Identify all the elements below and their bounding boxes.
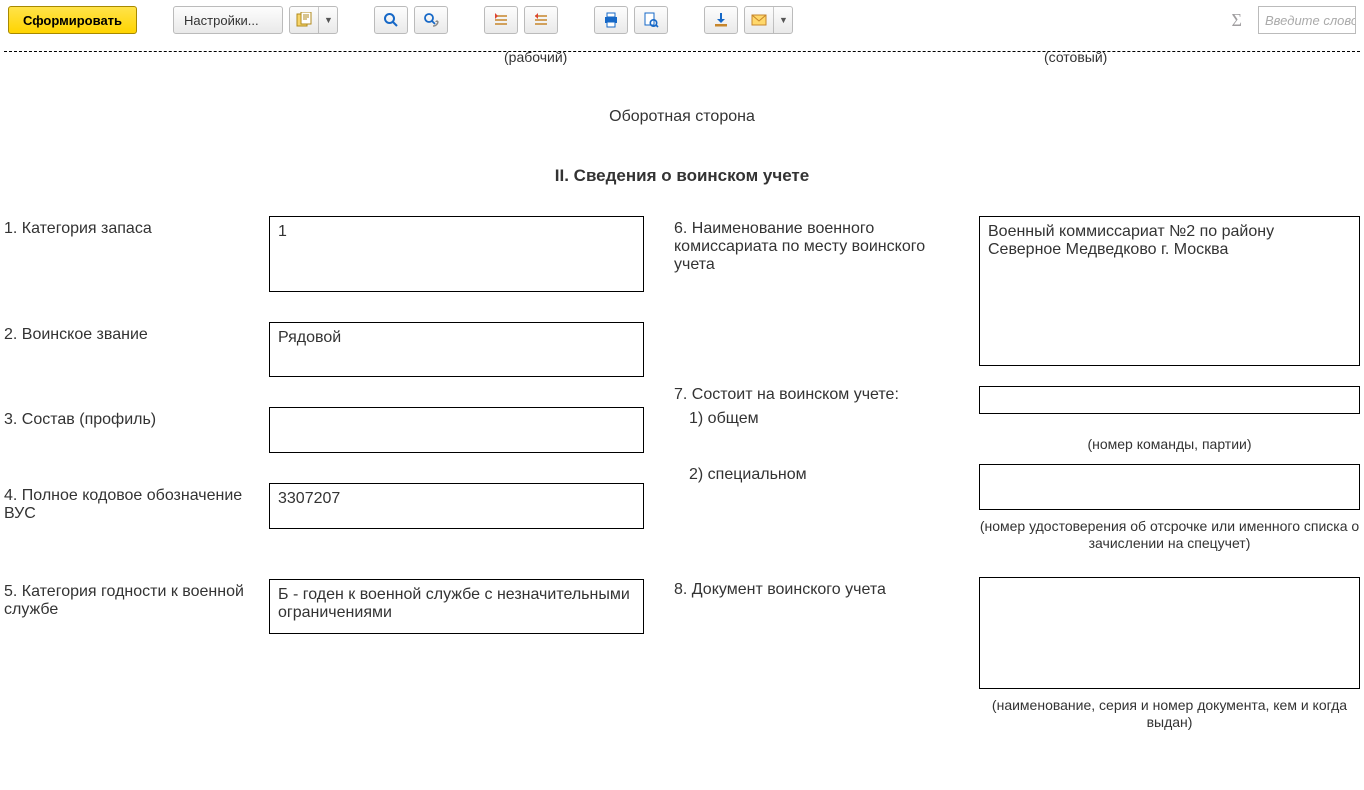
- find-button[interactable]: [374, 6, 408, 34]
- field7-caption1: (номер команды, партии): [979, 436, 1360, 454]
- save-button[interactable]: [704, 6, 738, 34]
- field2-value[interactable]: Рядовой: [269, 322, 644, 377]
- search-input[interactable]: Введите слово: [1258, 6, 1356, 34]
- search-placeholder: Введите слово: [1265, 13, 1356, 28]
- section-title: II. Сведения о воинском учете: [4, 166, 1360, 186]
- settings-button-label: Настройки...: [184, 13, 259, 28]
- generate-button-label: Сформировать: [23, 13, 122, 28]
- phone-mobile-label: (сотовый): [1044, 49, 1107, 65]
- field3-value[interactable]: [269, 407, 644, 453]
- field1-label: 1. Категория запаса: [4, 216, 259, 238]
- field8-label: 8. Документ воинского учета: [674, 577, 969, 599]
- field1-value[interactable]: 1: [269, 216, 644, 292]
- template-icon: [296, 12, 312, 28]
- field7-sub1: 1) общем: [689, 410, 759, 427]
- expand-groups-button[interactable]: [484, 6, 518, 34]
- generate-button[interactable]: Сформировать: [8, 6, 137, 34]
- field4-label: 4. Полное кодовое обозначение ВУС: [4, 483, 259, 523]
- find-cancel-button[interactable]: [414, 6, 448, 34]
- send-button[interactable]: ▼: [744, 6, 793, 34]
- phone-labels-row2: (рабочий) (сотовый): [4, 50, 1360, 70]
- page-title: Оборотная сторона: [4, 108, 1360, 126]
- expand-icon: [493, 12, 509, 28]
- preview-button[interactable]: [634, 6, 668, 34]
- field3-label: 3. Состав (профиль): [4, 407, 259, 429]
- toolbar: Сформировать Настройки... ▼: [0, 0, 1364, 45]
- field7-label: 7. Состоит на воинском учете:: [674, 386, 969, 404]
- field7-sub2: 2) специальном: [689, 466, 969, 484]
- phone-work-label: (рабочий): [504, 49, 567, 65]
- collapse-groups-button[interactable]: [524, 6, 558, 34]
- field5-label: 5. Категория годности к военной службе: [4, 579, 259, 619]
- field7-caption2: (номер удостоверения об отсрочке или име…: [979, 518, 1360, 553]
- search-cancel-icon: [423, 12, 439, 28]
- mail-icon: [751, 12, 767, 28]
- collapse-icon: [533, 12, 549, 28]
- field6-label: 6. Наименование военного комиссариата по…: [674, 216, 969, 274]
- field7-special-value[interactable]: [979, 464, 1360, 510]
- field6-value[interactable]: Военный коммиссариат №2 по району Северн…: [979, 216, 1360, 366]
- field8-value[interactable]: [979, 577, 1360, 689]
- print-icon: [603, 12, 619, 28]
- preview-icon: [643, 12, 659, 28]
- field4-value[interactable]: 3307207: [269, 483, 644, 529]
- search-icon: [383, 12, 399, 28]
- field5-value[interactable]: Б - годен к военной службе с незначитель…: [269, 579, 644, 634]
- download-icon: [713, 12, 729, 28]
- chevron-down-icon: ▼: [773, 7, 788, 33]
- field8-caption: (наименование, серия и номер документа, …: [979, 697, 1360, 732]
- document-area: (рабочий) (сотовый) Оборотная сторона II…: [0, 45, 1364, 790]
- field2-label: 2. Воинское звание: [4, 322, 259, 344]
- chevron-down-icon: ▼: [318, 7, 333, 33]
- template-button[interactable]: ▼: [289, 6, 338, 34]
- print-button[interactable]: [594, 6, 628, 34]
- field7-general-value[interactable]: [979, 386, 1360, 414]
- settings-button[interactable]: Настройки...: [173, 6, 283, 34]
- sigma-icon[interactable]: Σ: [1222, 10, 1252, 31]
